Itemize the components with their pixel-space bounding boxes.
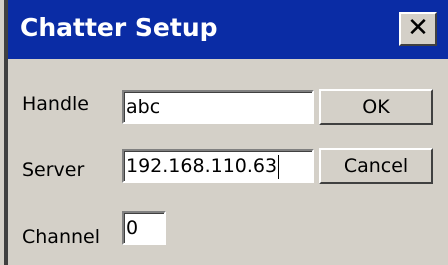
dialog-body: Handle abc OK Server 192.168.110.63 Canc… (8, 59, 448, 265)
title-bar[interactable]: Chatter Setup ✕ (8, 0, 448, 59)
close-button[interactable]: ✕ (399, 12, 437, 46)
handle-input-value: abc (126, 96, 161, 118)
close-icon: ✕ (407, 13, 429, 43)
channel-input[interactable]: 0 (122, 211, 166, 245)
cancel-button[interactable]: Cancel (319, 148, 433, 184)
window-title: Chatter Setup (20, 13, 218, 42)
handle-label: Handle (22, 93, 90, 115)
channel-label: Channel (22, 226, 101, 248)
server-input-value: 192.168.110.63 (126, 155, 278, 177)
chatter-setup-dialog: Chatter Setup ✕ Handle abc OK Server 192… (0, 0, 448, 265)
server-label: Server (22, 159, 85, 181)
channel-input-value: 0 (126, 217, 139, 239)
ok-button[interactable]: OK (319, 89, 433, 125)
text-caret (278, 154, 280, 179)
handle-input[interactable]: abc (122, 90, 314, 124)
server-input[interactable]: 192.168.110.63 (122, 149, 314, 183)
